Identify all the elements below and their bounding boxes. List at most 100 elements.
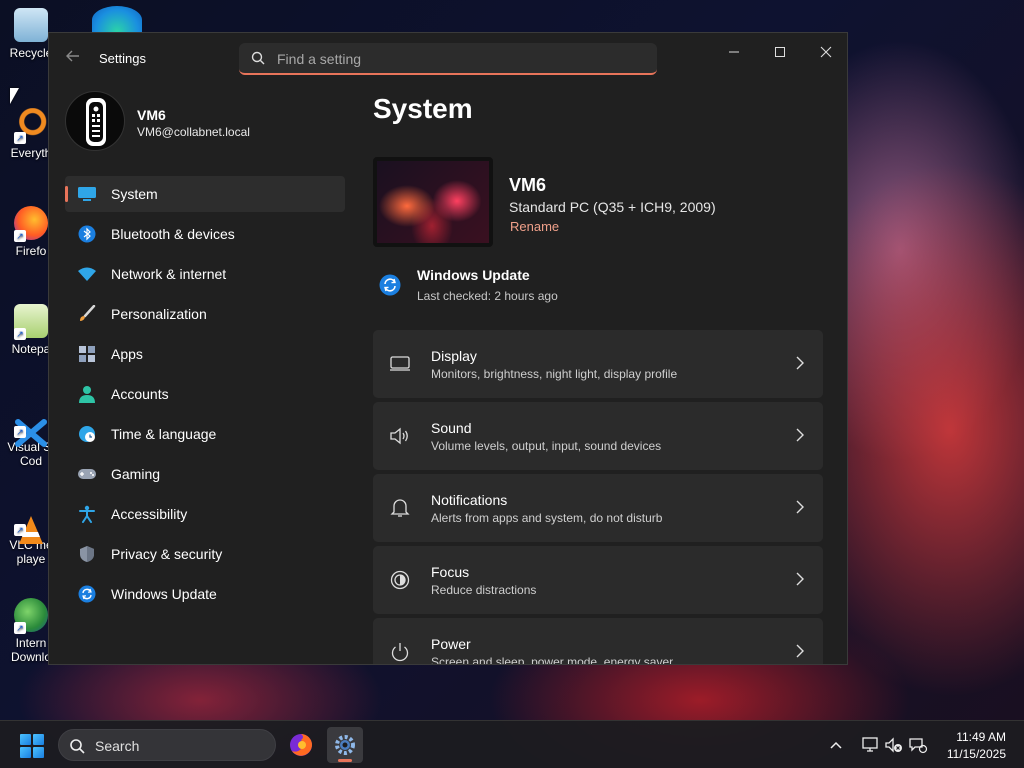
back-button[interactable]	[63, 49, 83, 69]
windows-update-sync-icon[interactable]	[379, 274, 401, 296]
sidebar-item-accounts[interactable]: Accounts	[65, 376, 345, 412]
sidebar-item-label: Accessibility	[111, 506, 188, 522]
search-icon	[251, 51, 265, 65]
shortcut-arrow-icon: ↗	[14, 524, 26, 536]
maximize-button[interactable]	[757, 41, 803, 65]
close-icon	[820, 46, 832, 58]
network-icon[interactable]	[860, 735, 880, 755]
card-title: Focus	[431, 564, 470, 580]
minimize-icon	[729, 51, 739, 53]
clock-date[interactable]: 11/15/2025	[947, 747, 1006, 761]
firefox-icon	[290, 734, 312, 756]
windows-logo-icon	[20, 734, 31, 745]
recycle-bin-icon	[14, 8, 48, 42]
page-title: System	[373, 93, 473, 124]
windows-update-title[interactable]: Windows Update	[417, 267, 530, 283]
sidebar-item-privacy-security[interactable]: Privacy & security	[65, 536, 345, 572]
sidebar-item-label: Windows Update	[111, 586, 217, 602]
sidebar-item-label: Privacy & security	[111, 546, 223, 562]
person-icon	[77, 384, 97, 404]
device-name: VM6	[509, 175, 547, 195]
taskbar-search-label: Search	[95, 738, 140, 754]
card-display[interactable]: Display Monitors, brightness, night ligh…	[373, 330, 823, 398]
sync-icon	[77, 584, 97, 604]
app-title: Settings	[99, 51, 146, 66]
edge-icon[interactable]	[92, 6, 142, 34]
maximize-icon	[775, 47, 785, 57]
card-sound[interactable]: Sound Volume levels, output, input, soun…	[373, 402, 823, 470]
taskbar-search[interactable]: Search	[58, 729, 276, 761]
chevron-right-icon	[796, 500, 804, 514]
device-wallpaper-thumbnail	[373, 157, 493, 247]
clock-globe-icon	[77, 424, 97, 444]
settings-search-box[interactable]	[239, 43, 657, 75]
card-power[interactable]: Power Screen and sleep, power mode, ener…	[373, 618, 823, 665]
sidebar-item-system[interactable]: System	[65, 176, 345, 212]
chevron-up-icon[interactable]	[828, 737, 844, 753]
sidebar-item-label: Gaming	[111, 466, 161, 482]
chevron-right-icon	[796, 644, 804, 658]
wifi-icon	[77, 264, 97, 284]
card-title: Sound	[431, 420, 472, 436]
focus-icon	[390, 570, 410, 590]
bell-icon	[390, 499, 410, 517]
windows-update-last-checked: Last checked: 2 hours ago	[417, 289, 558, 303]
sidebar-item-label: Bluetooth & devices	[111, 226, 235, 242]
card-subtitle: Monitors, brightness, night light, displ…	[431, 367, 678, 381]
settings-window: Settings VM6 VM6@collabnet.local	[48, 32, 848, 665]
taskbar: Search 11:49 AM 11/15/2025	[0, 720, 1024, 768]
firefox-icon: ↗	[14, 206, 48, 242]
sidebar-item-personalization[interactable]: Personalization	[65, 296, 345, 332]
card-title: Display	[431, 348, 477, 364]
sidebar-item-gaming[interactable]: Gaming	[65, 456, 345, 492]
sidebar-item-time-language[interactable]: Time & language	[65, 416, 345, 452]
vscode-icon: ↗	[14, 402, 48, 447]
sidebar-item-accessibility[interactable]: Accessibility	[65, 496, 345, 532]
close-button[interactable]	[803, 41, 847, 65]
windows-logo-icon	[33, 747, 44, 758]
windows-logo-icon	[20, 747, 31, 758]
profile-name: VM6	[137, 107, 166, 123]
vlc-icon: ↗	[14, 500, 48, 544]
sidebar-item-label: Personalization	[111, 306, 207, 322]
title-bar[interactable]: Settings	[49, 33, 847, 83]
start-button[interactable]	[20, 734, 44, 758]
card-subtitle: Alerts from apps and system, do not dist…	[431, 511, 663, 525]
shortcut-arrow-icon: ↗	[14, 622, 26, 634]
search-icon	[70, 739, 85, 754]
minimize-button[interactable]	[711, 41, 757, 65]
chevron-right-icon	[796, 572, 804, 586]
card-subtitle: Reduce distractions	[431, 583, 537, 597]
clock-time[interactable]: 11:49 AM	[956, 730, 1006, 744]
rename-link[interactable]: Rename	[510, 219, 559, 234]
sidebar-item-label: Network & internet	[111, 266, 227, 282]
remote-control-icon	[86, 98, 106, 146]
sidebar-item-bluetooth[interactable]: Bluetooth & devices	[65, 216, 345, 252]
speaker-icon	[390, 427, 408, 445]
sidebar-item-network[interactable]: Network & internet	[65, 256, 345, 292]
volume-muted-icon[interactable]	[884, 735, 904, 755]
bluetooth-icon	[77, 224, 97, 244]
chat-notification-icon[interactable]	[908, 735, 928, 755]
apps-icon	[77, 344, 97, 364]
desktop-icon-label: Notepa	[11, 342, 51, 356]
desktop-icon-label: Everyth	[10, 146, 52, 160]
shortcut-arrow-icon: ↗	[14, 328, 26, 340]
card-notifications[interactable]: Notifications Alerts from apps and syste…	[373, 474, 823, 542]
taskbar-firefox[interactable]	[283, 727, 319, 763]
gear-icon	[335, 735, 355, 755]
taskbar-settings[interactable]	[327, 727, 363, 763]
sidebar-item-label: System	[111, 186, 158, 202]
card-focus[interactable]: Focus Reduce distractions	[373, 546, 823, 614]
avatar[interactable]	[65, 91, 125, 151]
arrow-left-icon	[66, 50, 79, 62]
windows-logo-icon	[33, 734, 44, 745]
profile-email: VM6@collabnet.local	[137, 125, 250, 139]
sidebar-item-windows-update[interactable]: Windows Update	[65, 576, 345, 612]
sidebar-item-label: Time & language	[111, 426, 217, 442]
monitor-icon	[390, 356, 410, 371]
notepad-icon: ↗	[14, 304, 48, 340]
card-subtitle: Screen and sleep, power mode, energy sav…	[431, 655, 674, 665]
settings-search-input[interactable]	[277, 49, 637, 69]
sidebar-item-apps[interactable]: Apps	[65, 336, 345, 372]
